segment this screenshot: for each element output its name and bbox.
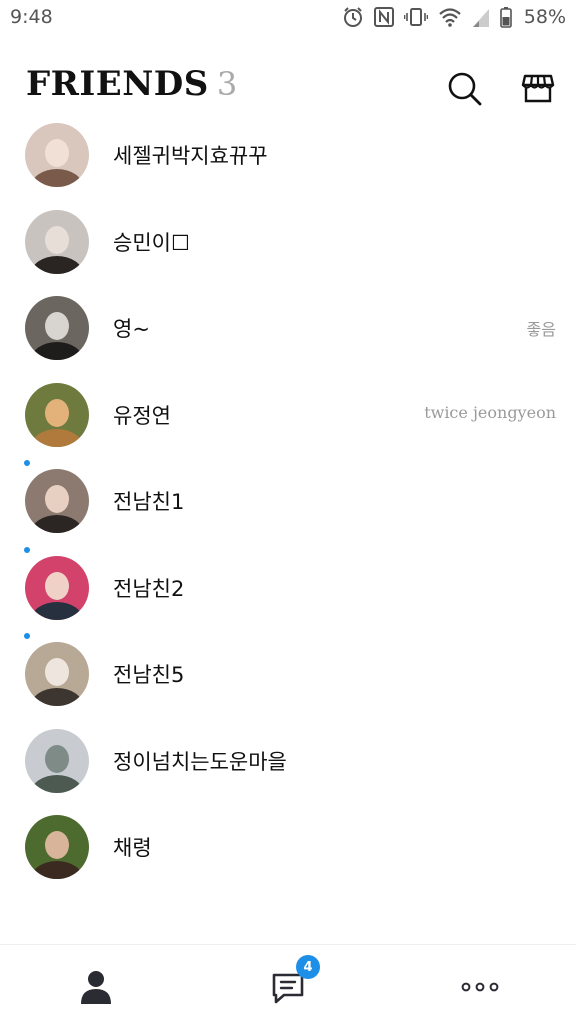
avatar[interactable] [25,642,89,706]
avatar[interactable] [25,296,89,360]
friend-row[interactable]: 채령 [0,804,576,891]
friend-row[interactable]: 전남친2 [0,545,576,632]
friend-name: 승민이☐ [113,230,190,255]
header: FRIENDS 3 [0,58,576,118]
status-time: 9:48 [10,6,53,28]
avatar-photo [25,469,89,533]
avatar[interactable] [25,382,89,447]
avatar[interactable] [25,555,89,620]
nav-chats-tab[interactable]: 4 [258,955,320,1015]
friend-row[interactable]: 세젤귀박지효뀨꾸 [0,112,576,199]
search-icon [448,72,482,106]
person-icon [81,971,111,1004]
avatar[interactable] [25,123,89,187]
vibrate-icon [403,8,428,26]
avatar-photo [25,555,89,620]
friend-name: 전남친1 [113,490,185,514]
bottom-nav: 4 [0,944,576,1025]
friend-row[interactable]: 유정연 twice jeongyeon [0,372,576,459]
shop-button[interactable] [518,68,558,108]
friend-row[interactable]: 정이넘치는도운마을 [0,718,576,805]
chat-unread-badge: 4 [296,955,320,979]
friend-list: 세젤귀박지효뀨꾸승민이☐ 영~ 좋음유정연 twice jeongyeon 전남친1 전남… [0,112,576,891]
friend-name: 채령 [113,836,152,860]
friend-row[interactable]: 승민이☐ [0,199,576,286]
avatar[interactable] [25,209,89,274]
wifi-icon [439,8,461,27]
new-friend-indicator [24,460,30,466]
nfc-icon [373,7,394,27]
avatar[interactable] [25,815,89,879]
shop-icon [521,74,555,103]
friend-name: 영~ [113,317,150,341]
search-button[interactable] [444,68,484,108]
friend-row[interactable]: 영~ 좋음 [0,285,576,372]
page-title-text: FRIENDS [26,64,209,104]
friend-name: 전남친2 [113,576,185,601]
status-message: twice jeongyeon [424,402,556,422]
friend-name: 유정연 [113,403,171,428]
more-dots-icon [461,982,499,992]
new-friend-indicator [24,546,30,553]
friend-name: 정이넘치는도운마을 [113,749,287,774]
avatar-photo [25,642,89,706]
status-message: 좋음 [526,320,556,339]
friend-name: 전남친5 [113,663,185,687]
alarm-icon [343,7,362,27]
avatar-photo [25,209,89,274]
nav-more-tab[interactable] [450,959,510,1015]
battery-percent: 58% [523,6,566,28]
friend-row[interactable]: 전남친5 [0,631,576,718]
friend-row[interactable]: 전남친1 [0,458,576,545]
new-friend-indicator [24,633,30,639]
signal-icon [472,9,489,27]
page-title: FRIENDS 3 [26,64,238,104]
friend-name: 세젤귀박지효뀨꾸 [113,144,268,168]
nav-friends-tab[interactable] [66,959,126,1015]
avatar-photo [25,123,89,187]
avatar[interactable] [25,469,89,533]
avatar-photo [25,382,89,447]
friend-count: 3 [216,65,238,103]
avatar-photo [25,728,89,793]
battery-icon [499,7,512,28]
avatar[interactable] [25,728,89,793]
status-bar: 9:48 58% [0,0,576,38]
avatar-photo [25,296,89,360]
avatar-photo [25,815,89,879]
